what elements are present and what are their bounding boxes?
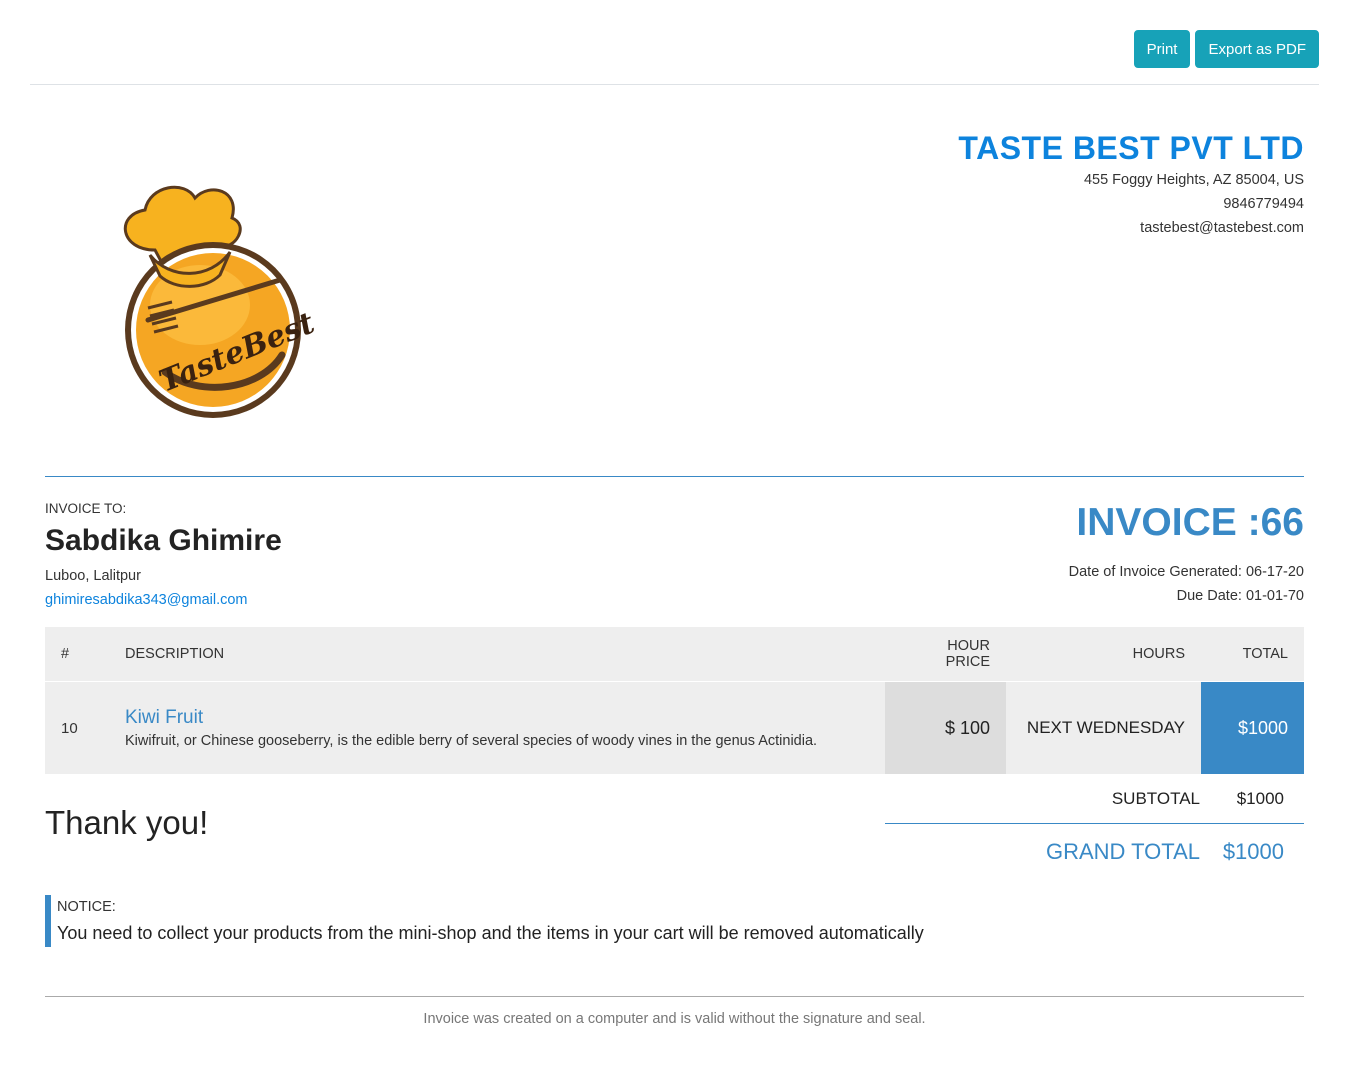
col-header-number: # xyxy=(45,627,109,682)
grand-total-row: GRAND TOTAL $1000 xyxy=(885,824,1304,880)
invoice-items-table: # DESCRIPTION HOUR PRICE HOURS TOTAL 10 … xyxy=(45,627,1304,774)
company-address: 455 Foggy Heights, AZ 85004, US xyxy=(1083,172,1304,188)
subtotal-row: SUBTOTAL $1000 xyxy=(885,775,1304,824)
notice-box: NOTICE: You need to collect your product… xyxy=(45,895,924,947)
col-header-hour-price: HOUR PRICE xyxy=(885,627,1006,682)
table-row: 10 Kiwi Fruit Kiwifruit, or Chinese goos… xyxy=(45,681,1304,774)
row-description-cell: Kiwi Fruit Kiwifruit, or Chinese goosebe… xyxy=(109,681,885,774)
footer-text: Invoice was created on a computer and is… xyxy=(423,1011,926,1027)
print-button[interactable]: Print xyxy=(1133,30,1191,68)
invoice-to: INVOICE TO: Sabdika Ghimire Luboo, Lalit… xyxy=(45,500,282,612)
invoice-to-label: INVOICE TO: xyxy=(45,501,127,516)
grand-total-value: $1000 xyxy=(1222,839,1284,864)
subtotal-value: $1000 xyxy=(1236,789,1284,808)
row-number: 10 xyxy=(45,681,109,774)
customer-address: Luboo, Lalitpur xyxy=(45,568,141,584)
header-divider xyxy=(45,476,1304,477)
table-header-row: # DESCRIPTION HOUR PRICE HOURS TOTAL xyxy=(45,627,1304,682)
invoice-due-date: Due Date: 01-01-70 xyxy=(1176,588,1304,604)
col-header-total: TOTAL xyxy=(1201,627,1304,682)
toolbar: Print Export as PDF xyxy=(1133,30,1319,68)
footer-divider xyxy=(45,996,1304,997)
invoice-title: INVOICE :66 xyxy=(1076,501,1304,544)
company-logo: TasteBest xyxy=(110,180,320,425)
customer-email-link[interactable]: ghimiresabdika343@gmail.com xyxy=(45,588,282,612)
customer-name: Sabdika Ghimire xyxy=(45,524,282,557)
invoice-meta: INVOICE :66 Date of Invoice Generated: 0… xyxy=(1069,500,1304,608)
col-header-hours: HOURS xyxy=(1006,627,1201,682)
notice-text: You need to collect your products from t… xyxy=(57,923,924,943)
row-hour-price: $ 100 xyxy=(885,681,1006,774)
totals-section: SUBTOTAL $1000 GRAND TOTAL $1000 xyxy=(885,775,1304,880)
notice-label: NOTICE: xyxy=(57,899,116,915)
company-email: tastebest@tastebest.com xyxy=(1140,220,1304,236)
invoice-date: Date of Invoice Generated: 06-17-20 xyxy=(1068,564,1304,580)
company-info: TASTE BEST PVT LTD 455 Foggy Heights, AZ… xyxy=(958,128,1304,240)
company-phone: 9846779494 xyxy=(1223,196,1304,212)
row-hours: NEXT WEDNESDAY xyxy=(1006,681,1201,774)
subtotal-label: SUBTOTAL xyxy=(1111,789,1200,808)
grand-total-label: GRAND TOTAL xyxy=(1045,839,1200,864)
item-title-link[interactable]: Kiwi Fruit xyxy=(125,705,869,731)
export-pdf-button[interactable]: Export as PDF xyxy=(1195,30,1319,68)
thank-you-message: Thank you! xyxy=(45,804,209,841)
company-name: TASTE BEST PVT LTD xyxy=(958,130,1304,166)
item-description: Kiwifruit, or Chinese gooseberry, is the… xyxy=(125,733,818,749)
col-header-description: DESCRIPTION xyxy=(109,627,885,682)
row-total: $1000 xyxy=(1201,681,1304,774)
toolbar-divider xyxy=(30,84,1319,85)
